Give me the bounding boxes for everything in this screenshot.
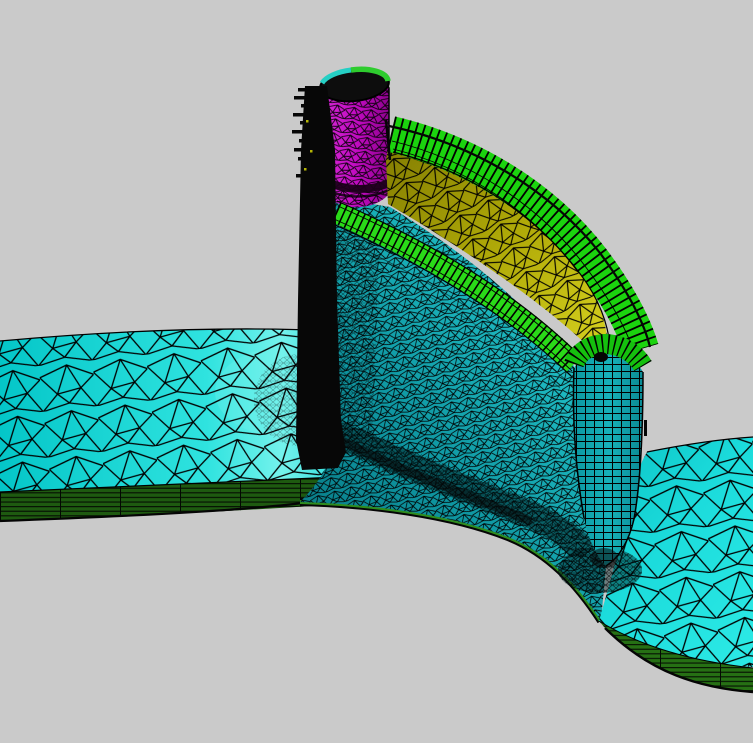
bristle-mark [296, 174, 316, 178]
mesh-render-canvas [0, 0, 753, 743]
bristle-mark [293, 113, 318, 117]
tip-wrap-center [594, 352, 608, 362]
bristle-mark [301, 104, 314, 108]
bristle-mark [292, 130, 318, 134]
bristle-mark [294, 148, 317, 152]
column-side-tick [644, 420, 647, 436]
bristle-mark [294, 96, 317, 100]
bristle-mark [298, 88, 316, 92]
bristle-mark [298, 157, 317, 161]
mesh-speck [304, 168, 307, 171]
column-tip-shadow [590, 548, 618, 568]
mesh-viewport[interactable] [0, 0, 753, 743]
bristle-mark [299, 139, 315, 143]
mesh-speck [306, 120, 309, 123]
mesh-speck [310, 150, 313, 153]
